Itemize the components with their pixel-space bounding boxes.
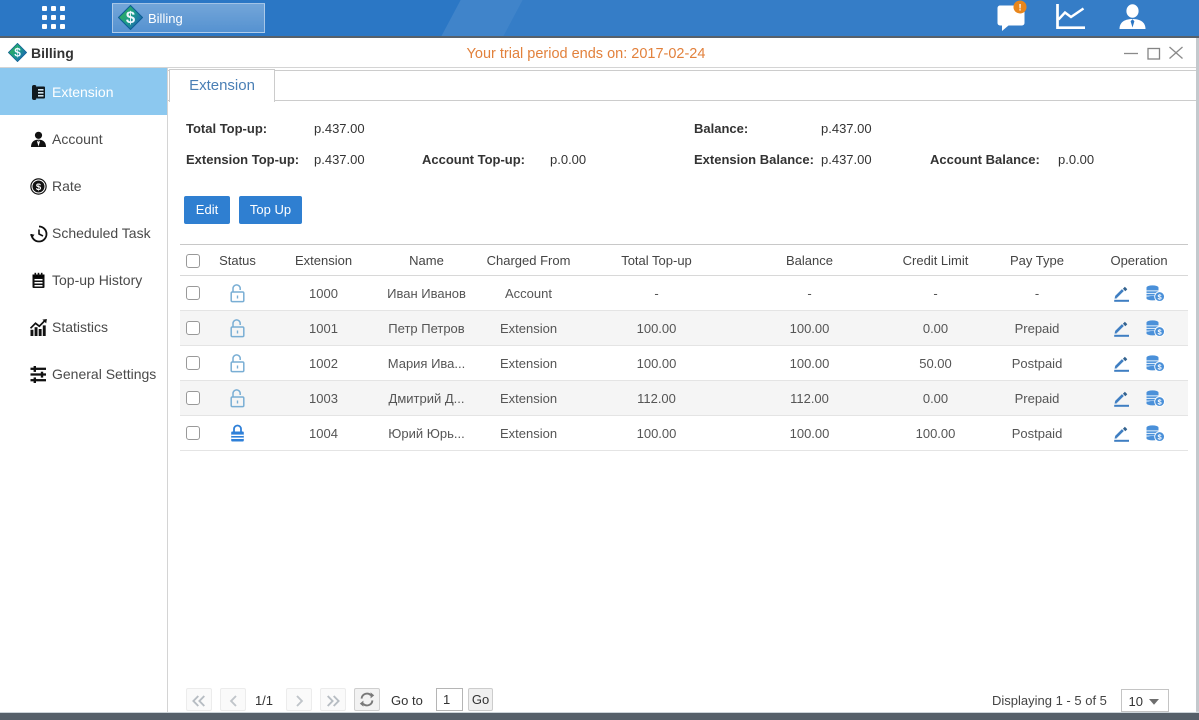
svg-text:$: $ — [126, 8, 136, 27]
svg-text:$: $ — [36, 182, 42, 193]
svg-text:!: ! — [1018, 2, 1021, 12]
